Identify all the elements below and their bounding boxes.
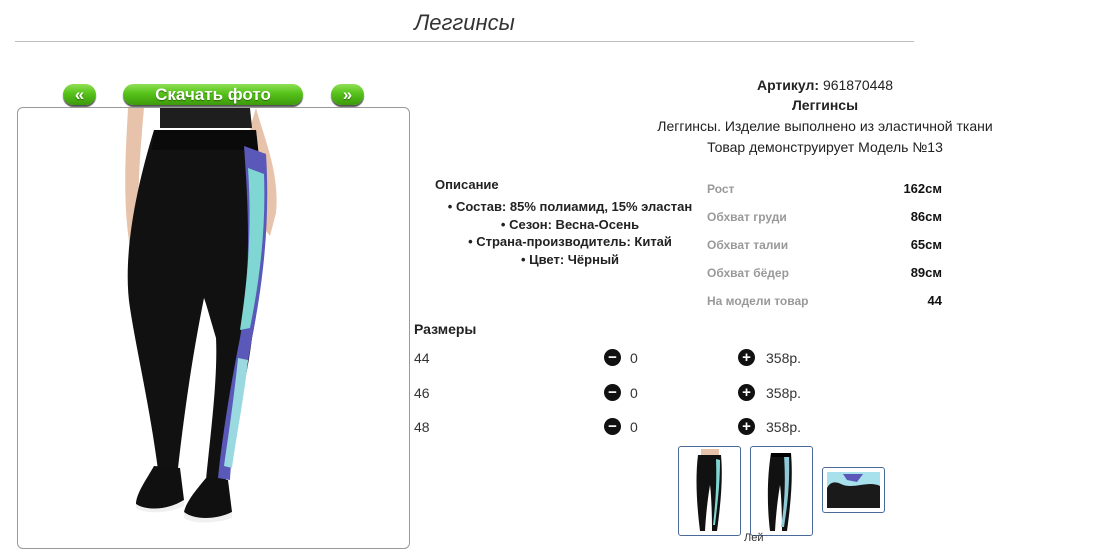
size-label: 44 bbox=[414, 350, 430, 366]
size-label: 46 bbox=[414, 385, 430, 401]
thumbnail-front[interactable] bbox=[678, 446, 741, 536]
measure-label-bust: Обхват груди bbox=[707, 210, 787, 224]
measure-value-bust: 86см bbox=[910, 209, 942, 224]
thumbnail-fabric-image bbox=[827, 472, 880, 508]
measure-label-model-size: На модели товар bbox=[707, 294, 809, 308]
sizes-title: Размеры bbox=[414, 321, 477, 337]
size-row: 46 − 0 + 358р. bbox=[414, 383, 834, 403]
quantity-value: 0 bbox=[630, 419, 638, 435]
next-photo-button[interactable]: » bbox=[331, 84, 364, 105]
size-row: 48 − 0 + 358р. bbox=[414, 417, 834, 437]
partial-label: Лей bbox=[744, 532, 764, 544]
article-value: 961870448 bbox=[822, 77, 894, 93]
model-leggings-illustration bbox=[125, 108, 277, 523]
measure-label-height: Рост bbox=[707, 182, 735, 196]
description-item: • Сезон: Весна-Осень bbox=[500, 216, 640, 232]
measure-value-waist: 65см bbox=[910, 237, 942, 252]
article-line: Артикул: 961870448 bbox=[560, 77, 1090, 93]
size-label: 48 bbox=[414, 419, 430, 435]
minus-icon[interactable]: − bbox=[604, 418, 621, 435]
thumbnail-side-image bbox=[767, 453, 792, 531]
article-label: Артикул: bbox=[756, 77, 820, 93]
quantity-value: 0 bbox=[630, 350, 638, 366]
product-short-description: Леггинсы. Изделие выполнено из эластично… bbox=[657, 118, 993, 134]
description-title: Описание bbox=[435, 177, 499, 192]
thumbnail-side[interactable] bbox=[750, 446, 813, 536]
product-name: Леггинсы bbox=[791, 97, 859, 113]
plus-icon[interactable]: + bbox=[738, 384, 755, 401]
minus-icon[interactable]: − bbox=[604, 349, 621, 366]
measure-value-hips: 89см bbox=[910, 265, 942, 280]
description-item: • Цвет: Чёрный bbox=[520, 251, 620, 267]
plus-icon[interactable]: + bbox=[738, 418, 755, 435]
quantity-value: 0 bbox=[630, 385, 638, 401]
page-title: Леггинсы bbox=[414, 10, 515, 35]
measure-label-hips: Обхват бёдер bbox=[707, 266, 789, 280]
download-photo-button[interactable]: Скачать фото bbox=[123, 84, 303, 105]
description-item: • Страна-производитель: Китай bbox=[468, 234, 672, 249]
description-item: • Состав: 85% полиамид, 15% эластан bbox=[447, 199, 693, 214]
plus-icon[interactable]: + bbox=[738, 349, 755, 366]
title-divider bbox=[15, 41, 914, 42]
description-list: • Состав: 85% полиамид, 15% эластан • Се… bbox=[420, 198, 720, 268]
size-price: 358р. bbox=[766, 385, 802, 401]
model-note: Товар демонструирует Модель №13 bbox=[707, 139, 943, 155]
size-price: 358р. bbox=[766, 419, 802, 435]
thumbnail-fabric[interactable] bbox=[822, 467, 885, 513]
minus-icon[interactable]: − bbox=[604, 384, 621, 401]
size-row: 44 − 0 + 358р. bbox=[414, 348, 834, 368]
measure-value-height: 162см bbox=[903, 181, 942, 196]
size-price: 358р. bbox=[766, 350, 802, 366]
measure-label-waist: Обхват талии bbox=[707, 238, 789, 252]
prev-photo-button[interactable]: « bbox=[63, 84, 96, 105]
thumbnail-front-image bbox=[696, 449, 722, 531]
measure-value-model-size: 44 bbox=[927, 293, 942, 308]
main-product-photo[interactable] bbox=[17, 107, 410, 549]
